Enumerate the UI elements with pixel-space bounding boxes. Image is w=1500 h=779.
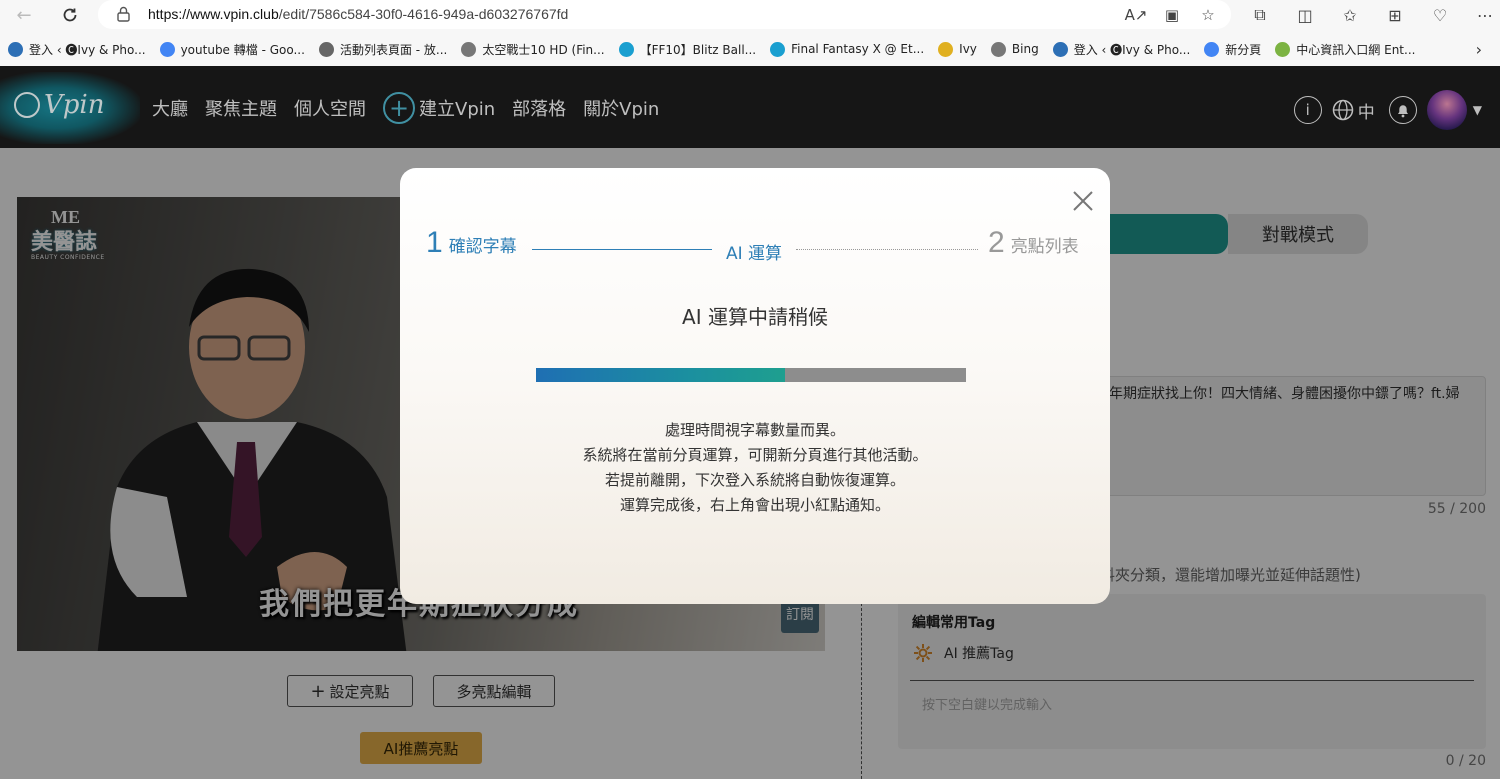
bookmark-label: 太空戰士10 HD (Fin...	[482, 42, 605, 57]
bookmark-item[interactable]: Bing	[990, 41, 1039, 57]
app-available-icon[interactable]: ▣	[1161, 4, 1183, 26]
header-dim-overlay	[0, 66, 1500, 148]
progress-bar-fill	[536, 368, 786, 382]
bookmark-item[interactable]: 登入 ‹ 🅒Ivy & Pho...	[8, 41, 146, 58]
bookmark-favicon-icon	[1275, 41, 1291, 57]
ai-processing-dialog: 1 確認字幕 AI 運算 2 亮點列表 AI 運算中請稍候 處理時間視字幕數量而…	[400, 168, 1110, 604]
bookmarks-bar: 登入 ‹ 🅒Ivy & Pho... youtube 轉檔 - Goo... 活動列…	[0, 32, 1500, 66]
desc-line: 運算完成後，右上角會出現小紅點通知。	[619, 496, 890, 514]
favorite-star-icon[interactable]: ☆	[1197, 4, 1219, 26]
bookmark-item[interactable]: 太空戰士10 HD (Fin...	[461, 41, 605, 58]
bookmark-favicon-icon	[318, 41, 334, 57]
bookmark-label: 新分頁	[1225, 42, 1262, 57]
bookmark-label: 中心資訊入口網 Ent...	[1296, 42, 1416, 57]
bookmark-item[interactable]: 新分頁	[1204, 41, 1261, 58]
bookmark-favicon-icon	[1052, 41, 1068, 57]
bookmark-item[interactable]: Final Fantasy X @ Et...	[770, 41, 925, 57]
bookmark-item[interactable]: 登入 ‹ 🅒Ivy & Pho...	[1052, 41, 1191, 58]
step-confirm-subtitles: 1 確認字幕	[426, 226, 517, 259]
extensions-icon[interactable]: ⧉	[1246, 3, 1274, 27]
bookmark-favicon-icon	[8, 41, 23, 57]
back-icon[interactable]: ←	[10, 2, 38, 28]
bookmark-label: youtube 轉檔 - Goo...	[180, 42, 305, 57]
bookmark-item[interactable]: youtube 轉檔 - Goo...	[159, 41, 305, 58]
bookmark-label: 活動列表頁面 - 放...	[339, 42, 448, 57]
refresh-icon[interactable]	[56, 2, 84, 28]
bookmark-label: 【FF10】Blitz Ball...	[639, 42, 757, 57]
more-menu-icon[interactable]: ⋯	[1471, 3, 1499, 27]
url-text: https://www.vpin.club/edit/7586c584-30f0…	[148, 6, 569, 22]
bookmark-label: 登入 ‹ 🅒Ivy & Pho...	[29, 42, 146, 57]
bookmark-favicon-icon	[938, 41, 954, 57]
bookmark-favicon-icon	[770, 41, 786, 57]
desc-line: 處理時間視字幕數量而異。	[664, 421, 845, 439]
bookmark-label: Ivy	[959, 42, 977, 56]
favorites-icon[interactable]: ✩	[1336, 3, 1364, 27]
step-highlight-list: 2 亮點列表	[988, 226, 1079, 259]
bookmark-favicon-icon	[461, 41, 477, 57]
bookmark-item[interactable]: 【FF10】Blitz Ball...	[618, 41, 757, 58]
bookmark-label: 登入 ‹ 🅒Ivy & Pho...	[1073, 42, 1191, 57]
collections-icon[interactable]: ⊞	[1381, 3, 1409, 27]
progress-steps: 1 確認字幕 AI 運算 2 亮點列表	[426, 226, 1086, 266]
close-icon[interactable]	[1072, 190, 1094, 212]
step-ai-compute: AI 運算	[726, 244, 783, 264]
bookmark-favicon-icon	[990, 41, 1006, 57]
browser-essentials-icon[interactable]: ♡	[1426, 3, 1454, 27]
bookmark-item[interactable]: 中心資訊入口網 Ent...	[1275, 41, 1415, 58]
lock-icon	[117, 6, 130, 22]
bookmark-favicon-icon	[618, 41, 634, 57]
chevron-right-icon[interactable]: ›	[1476, 40, 1482, 59]
desc-line: 系統將在當前分頁運算，可開新分頁進行其他活動。	[582, 446, 928, 464]
desc-line: 若提前離開，下次登入系統將自動恢復運算。	[604, 471, 905, 489]
browser-toolbar: ← https://www.vpin.club/edit/7586c584-30…	[0, 0, 1500, 32]
bookmark-item[interactable]: 活動列表頁面 - 放...	[318, 41, 448, 58]
read-aloud-icon[interactable]: A↗	[1125, 4, 1148, 26]
dialog-description: 處理時間視字幕數量而異。 系統將在當前分頁運算，可開新分頁進行其他活動。 若提前…	[400, 418, 1110, 518]
bookmark-favicon-icon	[1204, 41, 1220, 57]
address-bar[interactable]: https://www.vpin.club/edit/7586c584-30f0…	[98, 0, 1231, 29]
progress-bar	[536, 368, 966, 382]
bookmark-label: Bing	[1011, 42, 1039, 56]
bookmark-favicon-icon	[159, 41, 175, 57]
split-screen-icon[interactable]: ◫	[1291, 3, 1319, 27]
bookmark-item[interactable]: Ivy	[938, 41, 977, 57]
bookmark-label: Final Fantasy X @ Et...	[791, 42, 925, 56]
dialog-title: AI 運算中請稍候	[682, 305, 828, 329]
